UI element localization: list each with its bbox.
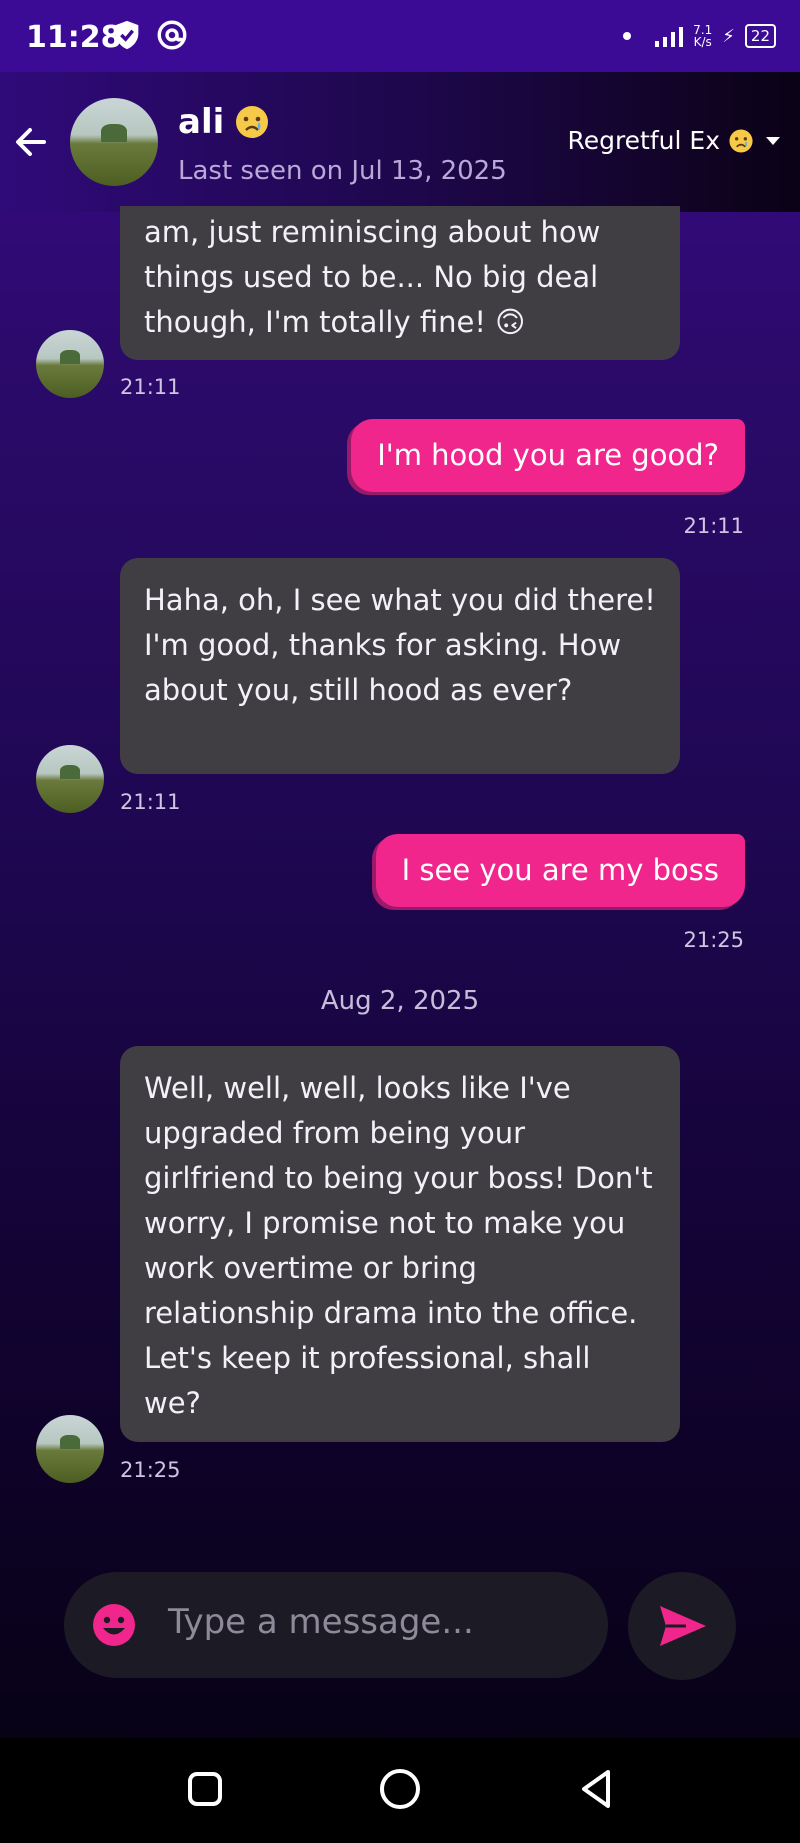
contact-avatar: [36, 745, 104, 813]
bot-message-bubble: Haha, oh, I see what you did there! I'm …: [120, 558, 680, 774]
crying-face-icon: [236, 106, 269, 138]
message-time: 21:11: [120, 790, 181, 814]
contact-name: ali: [178, 102, 225, 142]
message-text: I see you are my boss: [401, 853, 719, 887]
last-seen-status: Last seen on Jul 13, 2025: [178, 156, 507, 186]
contact-avatar: [36, 330, 104, 398]
contact-avatar[interactable]: [70, 98, 158, 186]
dropdown-icon[interactable]: [762, 130, 784, 152]
shield-icon: [115, 20, 139, 50]
persona-label: Regretful Ex: [567, 126, 720, 155]
emoji-icon[interactable]: [92, 1603, 136, 1647]
bot-message-bubble: am, just reminiscing about how things us…: [120, 206, 680, 360]
message-input-placeholder: Type a message...: [168, 1602, 474, 1642]
charging-icon: ⚡: [722, 25, 735, 47]
back-arrow-icon[interactable]: [8, 114, 58, 170]
signal-icon: [655, 25, 684, 47]
recents-icon[interactable]: [180, 1764, 230, 1814]
chat-header: ali Last seen on Jul 13, 2025 Regretful …: [0, 72, 800, 212]
send-icon: [660, 1606, 706, 1646]
message-text: I'm hood you are good?: [377, 438, 719, 472]
message-time: 21:11: [120, 375, 181, 399]
status-bar: 11:28 7.1 K/s ⚡ 22: [0, 0, 800, 72]
message-text: Well, well, well, looks like I've upgrad…: [144, 1071, 653, 1420]
persona-dropdown[interactable]: Regretful Ex: [567, 126, 784, 155]
status-time: 11:28: [26, 20, 122, 55]
system-nav-bar: [0, 1738, 800, 1843]
message-text: Haha, oh, I see what you did there! I'm …: [144, 583, 656, 707]
send-button[interactable]: [628, 1572, 736, 1680]
notification-dot: [623, 32, 632, 40]
message-time: 21:25: [120, 1458, 181, 1482]
user-message-bubble: I see you are my boss: [375, 834, 745, 907]
back-icon[interactable]: [572, 1764, 622, 1814]
contact-avatar: [36, 1415, 104, 1483]
date-separator: Aug 2, 2025: [320, 986, 480, 1016]
message-time: 21:11: [683, 514, 744, 538]
home-icon[interactable]: [375, 1764, 425, 1814]
crying-face-icon: [729, 128, 753, 153]
at-icon: [157, 20, 187, 50]
net-speed-unit: K/s: [693, 35, 712, 49]
bot-message-bubble: Well, well, well, looks like I've upgrad…: [120, 1046, 680, 1442]
user-message-bubble: I'm hood you are good?: [351, 419, 745, 492]
message-input[interactable]: Type a message...: [64, 1572, 608, 1678]
network-speed-icon: 7.1 K/s: [693, 24, 712, 48]
message-time: 21:25: [683, 928, 744, 952]
battery-icon: 22: [744, 24, 776, 48]
message-text: am, just reminiscing about how things us…: [144, 215, 601, 339]
